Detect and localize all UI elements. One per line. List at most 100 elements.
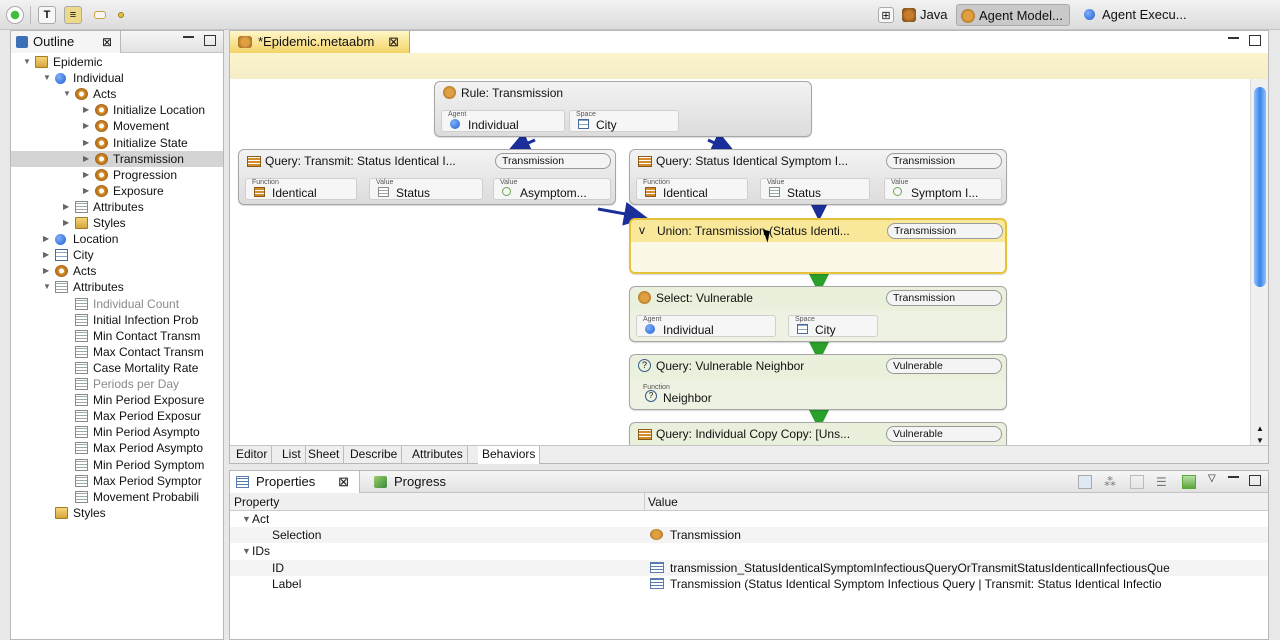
agent-slot[interactable]: Agent Individual bbox=[636, 315, 776, 337]
tree-item[interactable]: Initial Infection Prob bbox=[11, 312, 223, 328]
tree-item[interactable]: ▶ Acts bbox=[11, 263, 223, 279]
tab-describe[interactable]: Describe bbox=[346, 446, 403, 464]
tab-editor[interactable]: Editor bbox=[232, 446, 273, 464]
tree-item[interactable]: ▼ Attributes bbox=[11, 279, 223, 295]
expand-icon[interactable]: ▶ bbox=[43, 235, 51, 243]
tree-item[interactable]: ▶ Initialize Location bbox=[11, 102, 223, 118]
value-slot[interactable]: Value Symptom I... bbox=[884, 178, 1002, 200]
query-transmit-node[interactable]: Query: Transmit: Status Identical I... T… bbox=[238, 149, 616, 205]
tree-item[interactable]: ▶ City bbox=[11, 247, 223, 263]
agent-slot[interactable]: Agent Individual bbox=[441, 110, 565, 132]
column-property[interactable]: Property bbox=[230, 493, 279, 511]
expand-icon[interactable]: ▶ bbox=[43, 251, 51, 259]
tree-item[interactable]: ▶ Location bbox=[11, 231, 223, 247]
open-perspective-icon[interactable]: ⊞ bbox=[878, 7, 894, 23]
vertical-scrollbar[interactable]: ▲ ▼ bbox=[1250, 79, 1268, 447]
property-value[interactable]: Transmission bbox=[670, 527, 1262, 543]
filter-icon[interactable] bbox=[1130, 475, 1144, 489]
perspective-agent-execution[interactable]: Agent Execu... bbox=[1080, 4, 1193, 26]
function-slot[interactable]: Function Identical bbox=[636, 178, 748, 200]
tree-item[interactable]: ▶ Progression bbox=[11, 167, 223, 183]
tree-item[interactable]: Styles bbox=[11, 505, 223, 521]
expand-icon[interactable]: ▶ bbox=[83, 106, 91, 114]
close-icon[interactable]: ⊠ bbox=[338, 471, 349, 493]
close-icon[interactable]: ⊠ bbox=[102, 31, 112, 53]
value-slot[interactable]: Value Status bbox=[369, 178, 483, 200]
tab-sheet[interactable]: Sheet bbox=[304, 446, 345, 464]
tree-item[interactable]: Max Contact Transm bbox=[11, 344, 223, 360]
collapse-all-icon[interactable]: ☰ bbox=[1156, 475, 1170, 489]
expand-icon[interactable]: ▶ bbox=[83, 122, 91, 130]
expand-icon[interactable]: ▶ bbox=[83, 170, 91, 179]
tree-item[interactable]: ▼ Individual bbox=[11, 70, 223, 86]
tab-epidemic-metaabm[interactable]: *Epidemic.metaabm ⊠ bbox=[230, 31, 410, 53]
perspective-agent-modeling[interactable]: Agent Model... bbox=[956, 4, 1070, 26]
tree-item[interactable]: ▶ Movement bbox=[11, 118, 223, 134]
property-row[interactable]: ID transmission_StatusIdenticalSymptomInf… bbox=[230, 559, 1268, 576]
rule-transmission-node[interactable]: Rule: Transmission Agent Individual Spac… bbox=[434, 81, 812, 137]
tree-item[interactable]: Min Period Symptom bbox=[11, 457, 223, 473]
expand-icon[interactable]: ▶ bbox=[63, 219, 71, 227]
column-value[interactable]: Value bbox=[644, 493, 678, 511]
run-icon[interactable] bbox=[6, 6, 24, 24]
property-row[interactable]: Selection Transmission bbox=[230, 527, 1268, 544]
tab-attributes[interactable]: Attributes bbox=[408, 446, 468, 464]
tree-item[interactable]: Min Period Exposure bbox=[11, 392, 223, 408]
expand-icon[interactable]: ▶ bbox=[83, 186, 91, 195]
tree-item[interactable]: ▼ Epidemic bbox=[11, 54, 223, 70]
property-value[interactable]: transmission_StatusIdenticalSymptomInfec… bbox=[670, 560, 1262, 576]
property-row[interactable]: Label Transmission (Status Identical Symp… bbox=[230, 576, 1268, 592]
scroll-up-icon[interactable]: ▲ bbox=[1256, 424, 1264, 433]
collapse-icon[interactable]: ▼ bbox=[242, 511, 251, 527]
list-tool-icon[interactable]: ≡ bbox=[64, 6, 82, 24]
text-tool-icon[interactable]: T bbox=[38, 6, 56, 24]
property-value[interactable]: Transmission (Status Identical Symptom I… bbox=[670, 576, 1262, 592]
tree-item[interactable]: ▶ Exposure bbox=[11, 183, 223, 199]
expand-icon[interactable]: ▶ bbox=[43, 267, 51, 275]
collapse-icon[interactable]: ▼ bbox=[63, 90, 71, 98]
query-symptom-node[interactable]: Query: Status Identical Symptom I... Tra… bbox=[629, 149, 1007, 205]
expand-icon[interactable]: ▶ bbox=[83, 138, 91, 147]
close-icon[interactable]: ⊠ bbox=[388, 31, 399, 53]
maximize-icon[interactable] bbox=[1249, 475, 1261, 486]
tab-outline[interactable]: Outline ⊠ bbox=[11, 31, 121, 53]
minimize-icon[interactable] bbox=[1228, 36, 1239, 39]
tab-list[interactable]: List bbox=[278, 446, 306, 464]
value-slot[interactable]: Value Asymptom... bbox=[493, 178, 611, 200]
behavior-diagram-canvas[interactable]: Rule: Transmission Agent Individual Spac… bbox=[230, 79, 1250, 447]
collapse-icon[interactable]: ▼ bbox=[23, 58, 31, 66]
union-transmission-node[interactable]: v Union: Transmission (Status Identi... … bbox=[629, 218, 1007, 274]
maximize-icon[interactable] bbox=[204, 35, 216, 46]
tree-item[interactable]: Max Period Exposur bbox=[11, 408, 223, 424]
tree-item[interactable]: Min Contact Transm bbox=[11, 328, 223, 344]
collapse-icon[interactable]: ▼ bbox=[242, 543, 251, 559]
scrollbar-thumb[interactable] bbox=[1254, 87, 1266, 287]
tree-item[interactable]: Case Mortality Rate bbox=[11, 360, 223, 376]
tree-item[interactable]: Movement Probabili bbox=[11, 489, 223, 505]
tab-progress[interactable]: Progress bbox=[368, 471, 468, 493]
property-group-row[interactable]: ▼ IDs bbox=[230, 543, 1268, 559]
value-slot[interactable]: Value Status bbox=[760, 178, 870, 200]
tree-item[interactable]: ▶ Initialize State bbox=[11, 135, 223, 151]
tree-item[interactable]: ▼ Acts bbox=[11, 86, 223, 102]
tree-item[interactable]: ▶ Attributes bbox=[11, 199, 223, 215]
rectangle-tool-icon[interactable] bbox=[94, 11, 106, 19]
tree-item[interactable]: Individual Count bbox=[11, 296, 223, 312]
space-slot[interactable]: Space City bbox=[569, 110, 679, 132]
query-individual-copy-node[interactable]: Query: Individual Copy Copy: [Uns... Vul… bbox=[629, 422, 1007, 447]
function-slot[interactable]: Function ? Neighbor bbox=[636, 383, 746, 405]
collapse-icon[interactable]: ▼ bbox=[43, 283, 51, 291]
view-menu-icon[interactable]: ▽ bbox=[1208, 473, 1216, 484]
tree-item[interactable]: Max Period Symptor bbox=[11, 473, 223, 489]
show-categories-icon[interactable] bbox=[1078, 475, 1092, 489]
point-tool-icon[interactable] bbox=[118, 12, 124, 18]
property-group-row[interactable]: ▼ Act bbox=[230, 511, 1268, 527]
function-slot[interactable]: Function Identical bbox=[245, 178, 357, 200]
tree-item[interactable]: ▶ Styles bbox=[11, 215, 223, 231]
pin-icon[interactable] bbox=[1182, 475, 1196, 489]
tree-item[interactable]: ▶ Transmission bbox=[11, 150, 223, 167]
scroll-down-icon[interactable]: ▼ bbox=[1256, 436, 1264, 445]
expand-icon[interactable]: ▶ bbox=[63, 202, 71, 211]
maximize-icon[interactable] bbox=[1249, 35, 1261, 46]
expand-icon[interactable]: ▶ bbox=[83, 154, 91, 163]
